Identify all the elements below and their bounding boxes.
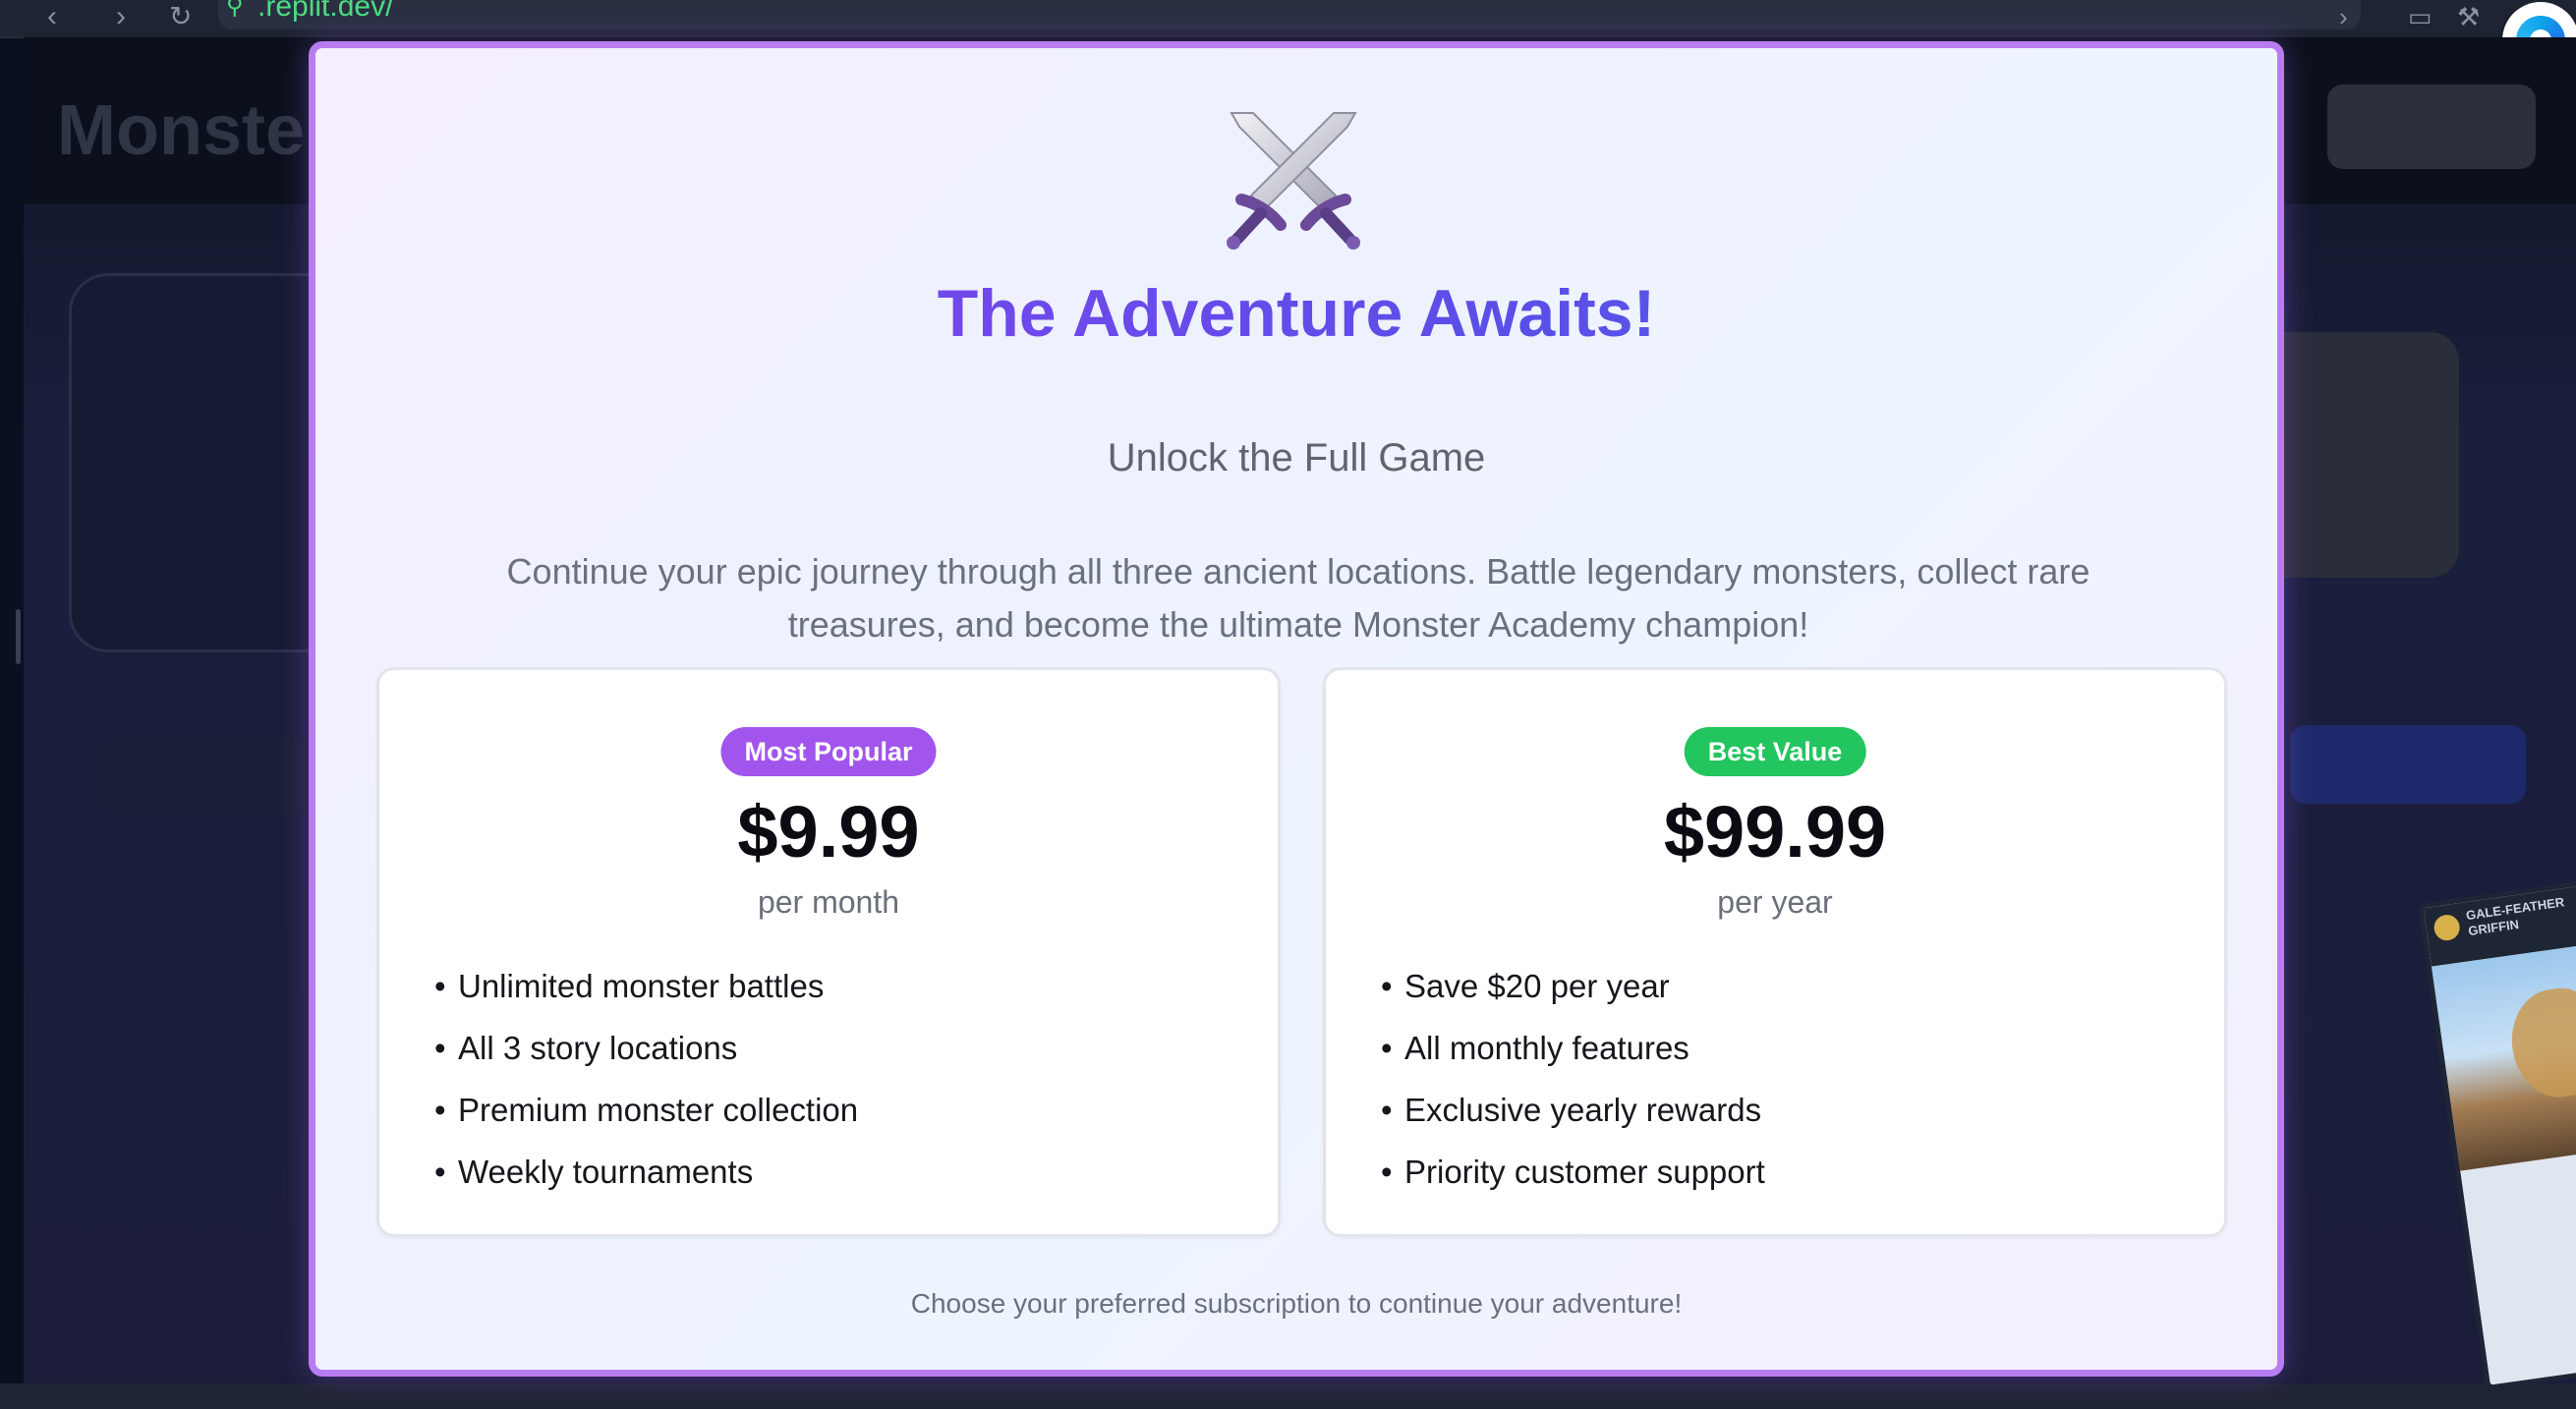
modal-title: The Adventure Awaits!	[315, 274, 2277, 353]
plan-period: per year	[1717, 884, 1833, 920]
feature-item: • Weekly tournaments	[434, 1154, 754, 1190]
feature-text: Weekly tournaments	[458, 1154, 754, 1190]
address-bar[interactable]: ⚲ .replit.dev/	[218, 0, 2361, 29]
feature-text: Premium monster collection	[458, 1092, 859, 1128]
plan-features: • Save $20 per year • All monthly features…	[1381, 955, 1765, 1203]
crossed-swords-icon	[1227, 112, 1360, 250]
feature-text: Exclusive yearly rewards	[1404, 1092, 1762, 1128]
resize-handle[interactable]	[16, 609, 21, 664]
subscription-modal: The Adventure Awaits! Unlock the Full Ga…	[309, 41, 2284, 1377]
plan-features: • Unlimited monster battles • All 3 story …	[434, 955, 858, 1203]
feature-text: All 3 story locations	[458, 1030, 738, 1066]
chevron-left-icon[interactable]: ‹	[47, 2, 57, 31]
feature-text: Save $20 per year	[1404, 968, 1670, 1004]
feature-text: Unlimited monster battles	[458, 968, 825, 1004]
modal-footer-note: Choose your preferred subscription to co…	[910, 1288, 1683, 1319]
plan-badge: Best Value	[1684, 727, 1866, 776]
plan-price: $99.99	[1663, 791, 1887, 873]
chevron-right-icon[interactable]: ›	[116, 2, 126, 31]
background-button	[2290, 725, 2526, 804]
plan-price: $9.99	[737, 791, 920, 873]
plan-period: per month	[757, 884, 900, 920]
monster-name: GALE-FEATHER GRIFFIN	[2465, 894, 2566, 939]
bottom-bar	[0, 1383, 2576, 1409]
reload-icon[interactable]: ↻	[169, 2, 192, 31]
monster-art	[2431, 940, 2576, 1171]
chevron-right-icon[interactable]: ›	[2339, 2, 2348, 32]
header-button	[2327, 85, 2536, 169]
modal-subtitle: Unlock the Full Game	[1107, 436, 1486, 479]
browser-toolbar: ‹ › ↻ ⚲ .replit.dev/ › ▭ ⚒	[0, 0, 2576, 38]
feature-item: • Save $20 per year	[1381, 968, 1670, 1004]
plan-badge: Most Popular	[720, 727, 937, 776]
site-info-icon[interactable]: ⚲	[226, 0, 244, 21]
feature-text: Priority customer support	[1404, 1154, 1765, 1190]
feature-item: • Premium monster collection	[434, 1092, 859, 1128]
plan-card-monthly[interactable]: Most Popular $9.99 per month • Unlimited …	[376, 667, 1281, 1237]
monitor-icon[interactable]: ▭	[2408, 2, 2433, 32]
feature-item: • All monthly features	[1381, 1030, 1689, 1066]
feature-item: • Exclusive yearly rewards	[1381, 1092, 1762, 1128]
plan-card-yearly[interactable]: Best Value $99.99 per year • Save $20 per…	[1323, 667, 2227, 1237]
feature-item: • Unlimited monster battles	[434, 968, 825, 1004]
feature-text: All monthly features	[1404, 1030, 1689, 1066]
feature-item: • Priority customer support	[1381, 1154, 1765, 1190]
app-logo: Monster	[57, 91, 333, 170]
background-button	[98, 737, 315, 816]
wrench-icon[interactable]: ⚒	[2457, 2, 2480, 32]
coin-icon	[2432, 913, 2462, 942]
feature-item: • All 3 story locations	[434, 1030, 738, 1066]
modal-description: Continue your epic journey through all t…	[506, 551, 2090, 645]
url-text: .replit.dev/	[258, 0, 394, 23]
